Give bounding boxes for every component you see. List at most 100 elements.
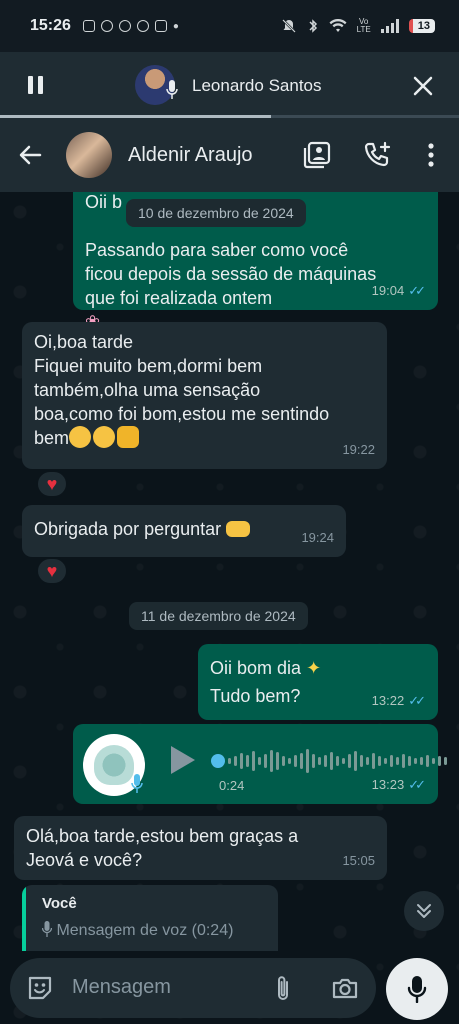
sparkles-emoji: ✦: [306, 658, 322, 678]
battery-indicator: 13: [408, 19, 435, 33]
message-time: 13:22: [371, 693, 405, 708]
chat-header: Aldenir Araujo: [0, 118, 459, 192]
voice-duration: 0:24: [219, 778, 245, 793]
date-separator: 11 de dezembro de 2024: [129, 602, 308, 630]
more-notifications-dot: ●: [172, 20, 179, 32]
message-text: Passando para saber como você ficou depo…: [85, 214, 426, 334]
message-meta: 15:05: [342, 849, 375, 873]
waveform-bar: [234, 756, 237, 766]
raising-hands-emoji: [117, 426, 140, 448]
contact-name[interactable]: Aldenir Araujo: [128, 144, 253, 167]
reply-accent-bar: [22, 885, 26, 951]
ongoing-call-banner[interactable]: Leonardo Santos: [0, 52, 459, 118]
more-options-icon[interactable]: [420, 140, 442, 170]
waveform-bar: [318, 757, 321, 765]
waveform-bar: [366, 757, 369, 765]
message-text: Obrigada por perguntar: [34, 513, 334, 541]
waveform-bar: [306, 749, 309, 773]
mic-icon[interactable]: [386, 958, 448, 1020]
waveform-bar: [426, 755, 429, 767]
message-meta: 19:04 ✓✓: [372, 279, 426, 303]
heart-hands-emoji: [226, 521, 251, 537]
voice-message-outgoing[interactable]: 0:24 13:23 ✓✓: [73, 724, 447, 804]
message-time: 19:04: [371, 283, 405, 298]
waveform-bar: [354, 751, 357, 771]
bluetooth-icon: [309, 19, 317, 33]
waveform-bar: [300, 753, 303, 769]
waveform-bar: [432, 758, 435, 764]
heart-icon: ♥: [46, 561, 58, 581]
waveform-bar: [444, 757, 447, 765]
gmail-icon: [154, 20, 167, 32]
close-icon[interactable]: [410, 73, 436, 99]
camera-icon[interactable]: [330, 974, 360, 1002]
whatsapp-icon: [100, 20, 113, 32]
message-incoming[interactable]: Oi,boa tarde Fiquei muito bem,dormi bem …: [22, 322, 387, 469]
waveform-bar: [390, 755, 393, 767]
add-call-icon[interactable]: [362, 140, 392, 170]
tree-logo: [94, 745, 134, 785]
message-text: Oii bom dia ✦: [210, 652, 426, 680]
message-composer[interactable]: Mensagem: [10, 958, 376, 1018]
back-arrow-icon[interactable]: [16, 142, 44, 168]
message-text: Oi,boa tarde Fiquei muito bem,dormi bem …: [34, 330, 375, 450]
voice-waveform[interactable]: [211, 746, 447, 776]
reply-author: Você: [42, 895, 77, 912]
waveform-bar: [294, 755, 297, 767]
message-time: 15:05: [342, 853, 375, 868]
waveform-bar: [348, 754, 351, 768]
waveform-bar: [324, 755, 327, 767]
message-time: 13:23: [371, 777, 405, 792]
waveform-bar: [414, 758, 417, 764]
status-bar: 15:26 ● Vo LTE 13: [0, 0, 459, 52]
read-ticks-icon: ✓✓: [408, 777, 426, 792]
reaction-badge[interactable]: ♥: [36, 557, 68, 585]
waveform-bar: [240, 753, 243, 769]
waveform-bar: [228, 758, 231, 764]
pause-icon[interactable]: [24, 73, 48, 97]
waveform-bar: [282, 756, 285, 766]
instagram-icon: [82, 20, 95, 32]
message-input[interactable]: Mensagem: [72, 976, 171, 999]
waveform-bar: [378, 756, 381, 766]
notification-icons: ●: [82, 20, 179, 32]
reaction-badge[interactable]: ♥: [36, 470, 68, 498]
date-separator: 10 de dezembro de 2024: [126, 199, 306, 227]
waveform-bar: [402, 754, 405, 768]
waveform-bar: [396, 757, 399, 765]
signal-icon: [380, 19, 399, 33]
mic-icon: [131, 774, 143, 793]
volte-icon: Vo LTE: [356, 17, 371, 34]
play-icon[interactable]: [171, 746, 195, 774]
waveform-bar: [420, 757, 423, 765]
attach-icon[interactable]: [270, 974, 296, 1002]
reply-preview[interactable]: Você Mensagem de voz (0:24): [22, 885, 278, 951]
waveform-bar: [288, 758, 291, 764]
read-ticks-icon: ✓✓: [408, 693, 426, 708]
call-participant-name: Leonardo Santos: [192, 76, 322, 95]
message-meta: 13:22 ✓✓: [372, 689, 426, 713]
waveform-bar: [408, 756, 411, 766]
message-time: 19:22: [342, 442, 375, 457]
system-status: Vo LTE 13: [281, 18, 435, 34]
scroll-down-icon[interactable]: [404, 891, 444, 931]
waveform-bar: [438, 756, 441, 766]
waveform-bar: [252, 751, 255, 771]
playback-scrubber[interactable]: [211, 754, 225, 768]
message-body-line-1: Oii bom dia: [210, 658, 302, 678]
emoji-icon[interactable]: [26, 974, 54, 1002]
message-outgoing[interactable]: Oii bom dia ✦ Tudo bem? 13:22 ✓✓: [198, 644, 438, 720]
pinterest-icon: [118, 20, 131, 32]
waveform-bar: [258, 757, 261, 765]
chat-messages[interactable]: Oii b Passando para saber como você fico…: [0, 192, 459, 1024]
waveform-bar: [270, 750, 273, 772]
status-time: 15:26: [30, 17, 71, 34]
whatsapp-icon-2: [136, 20, 149, 32]
waveform-bar: [312, 754, 315, 768]
waveform-bar: [336, 756, 339, 766]
waveform-bar: [276, 752, 279, 770]
message-incoming[interactable]: Obrigada por perguntar 19:24: [22, 505, 346, 557]
contact-avatar[interactable]: [66, 132, 112, 178]
media-gallery-icon[interactable]: [302, 140, 332, 170]
message-incoming[interactable]: Olá,boa tarde,estou bem graças a Jeová e…: [14, 816, 387, 880]
